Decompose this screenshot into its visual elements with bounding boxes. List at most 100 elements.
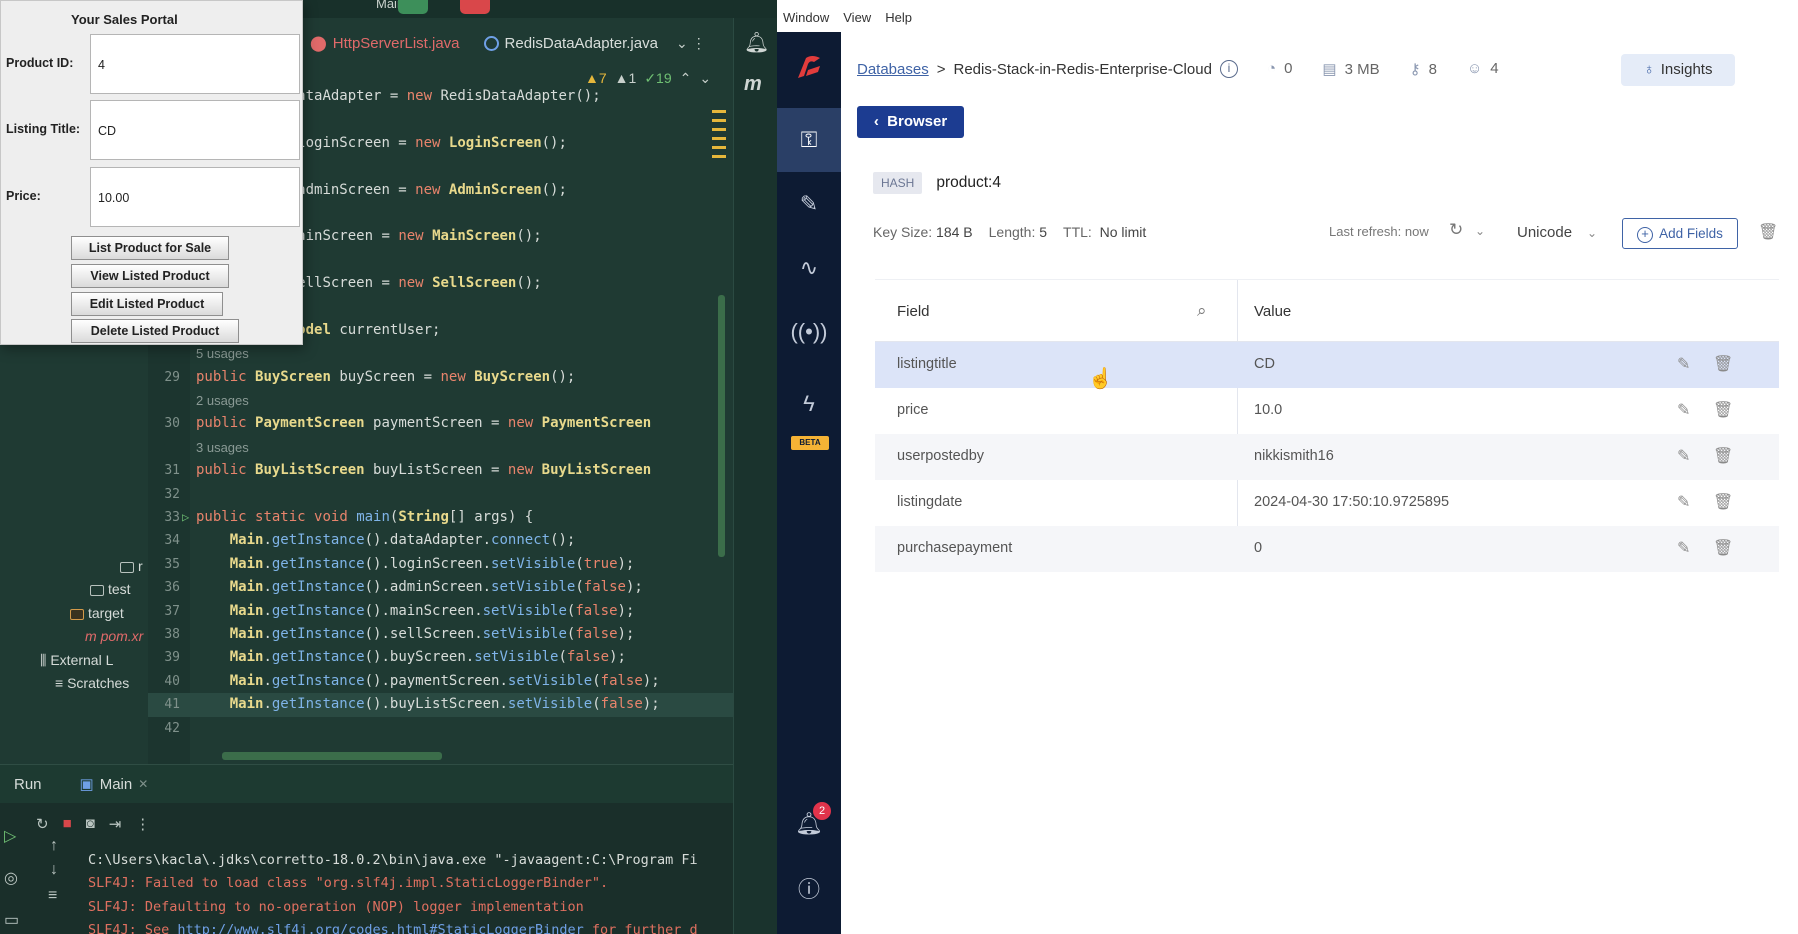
table-row[interactable]: userpostedby nikkismith16 ✎ 🗑︎: [875, 434, 1779, 480]
code-line[interactable]: 40 Main.getInstance().paymentScreen.setV…: [148, 670, 733, 693]
trash-icon[interactable]: 🗑︎: [1713, 354, 1733, 374]
price-row: Price: 10.00: [6, 167, 300, 227]
pubsub-nav-icon[interactable]: ((•)): [777, 300, 841, 364]
tree-item[interactable]: target: [20, 602, 148, 625]
workbench-nav-icon[interactable]: ✎: [777, 172, 841, 236]
more-options-icon[interactable]: ⋮: [692, 35, 706, 52]
edit-listed-product-button[interactable]: Edit Listed Product: [71, 292, 223, 316]
triggers-nav-icon[interactable]: ϟ: [777, 372, 841, 436]
rerun-icon[interactable]: ↻: [36, 815, 49, 833]
arrow-up-icon[interactable]: ↑: [50, 837, 58, 855]
delete-listed-product-button[interactable]: Delete Listed Product: [71, 319, 239, 343]
menu-window[interactable]: Window: [783, 10, 829, 32]
databases-link[interactable]: Databases: [857, 61, 929, 78]
code-line[interactable]: 31 public BuyListScreen buyListScreen = n…: [148, 459, 733, 482]
code-line[interactable]: 38 Main.getInstance().sellScreen.setVisi…: [148, 623, 733, 646]
listing-title-field[interactable]: CD: [90, 100, 300, 160]
format-select[interactable]: Unicode: [1517, 224, 1572, 241]
trash-icon[interactable]: 🗑︎: [1713, 492, 1733, 512]
debug-button[interactable]: [398, 0, 428, 14]
code-line[interactable]: 37 Main.getInstance().mainScreen.setVisi…: [148, 600, 733, 623]
exit-icon[interactable]: ⇥: [109, 815, 122, 833]
code-line[interactable]: 36 Main.getInstance().adminScreen.setVis…: [148, 576, 733, 599]
trash-icon[interactable]: 🗑︎: [1713, 400, 1733, 420]
tab-httpserverlist[interactable]: ⬤ HttpServerList.java: [300, 26, 474, 60]
product-id-label: Product ID:: [6, 56, 74, 70]
table-row[interactable]: price 10.0 ✎ 🗑︎: [875, 388, 1779, 434]
tree-item[interactable]: ≡ Scratches: [20, 672, 148, 695]
analysis-nav-icon[interactable]: ∿: [777, 236, 841, 300]
edit-icon[interactable]: ✎: [1677, 446, 1690, 466]
editor-hscrollbar[interactable]: [222, 752, 442, 760]
notifications-icon[interactable]: 🔔︎: [744, 30, 769, 55]
help-icon[interactable]: ⓘ: [777, 858, 841, 922]
wrap-icon[interactable]: ≡: [48, 887, 57, 905]
code-line[interactable]: 42: [148, 717, 733, 740]
menu-view[interactable]: View: [843, 10, 871, 32]
tree-item[interactable]: r: [20, 555, 148, 578]
console-link[interactable]: http://www.slf4j.org/codes.html#StaticLo…: [177, 922, 583, 934]
menu-help[interactable]: Help: [885, 10, 912, 32]
arrow-down-icon[interactable]: ↓: [50, 861, 58, 879]
console-output[interactable]: C:\Users\kacla\.jdks\corretto-18.0.2\bin…: [88, 849, 733, 934]
trash-icon[interactable]: 🗑︎: [1713, 446, 1733, 466]
tree-item[interactable]: m pom.xr: [20, 625, 148, 648]
stop-icon[interactable]: ■: [63, 815, 72, 833]
insights-button[interactable]: ♁ Insights: [1621, 54, 1735, 86]
browser-back-button[interactable]: ‹ Browser: [857, 106, 964, 138]
chevron-down-icon[interactable]: ⌄: [1475, 224, 1485, 238]
chevron-down-icon[interactable]: ⌄: [676, 35, 688, 52]
view-listed-product-button[interactable]: View Listed Product: [71, 264, 229, 288]
code-line[interactable]: 41 Main.getInstance().buyListScreen.setV…: [148, 693, 733, 717]
code-line[interactable]: 33 public static void main(String[] args)…: [148, 506, 733, 529]
trash-icon[interactable]: 🗑︎: [1713, 538, 1733, 558]
chevron-down-icon[interactable]: ⌄: [1587, 226, 1597, 240]
table-row[interactable]: purchasepayment 0 ✎ 🗑︎: [875, 526, 1779, 572]
tree-item[interactable]: ⫼ External L: [20, 649, 148, 672]
search-icon[interactable]: ⌕: [1197, 301, 1207, 321]
code-line[interactable]: 32: [148, 483, 733, 506]
editor-vscrollbar[interactable]: [718, 295, 725, 557]
key-ttl[interactable]: TTL: No limit: [1063, 224, 1146, 240]
table-row[interactable]: listingdate 2024-04-30 17:50:10.9725895 ✎ 🗑…: [875, 480, 1779, 526]
code-line[interactable]: 35 Main.getInstance().loginScreen.setVis…: [148, 553, 733, 576]
maven-icon[interactable]: m: [744, 73, 762, 96]
delete-key-icon[interactable]: 🗑︎: [1758, 222, 1778, 242]
product-id-field[interactable]: 4: [90, 34, 300, 94]
line-text: Main.getInstance().paymentScreen.setVisi…: [229, 672, 660, 689]
key-name[interactable]: product:4: [936, 174, 1001, 192]
edit-icon[interactable]: ✎: [1677, 354, 1690, 374]
edit-icon[interactable]: ✎: [1677, 492, 1690, 512]
run-icon[interactable]: ▷: [4, 826, 28, 868]
tab-main[interactable]: ▣ Main ✕: [66, 775, 163, 794]
usage-hint[interactable]: 3 usages: [148, 436, 733, 459]
edit-icon[interactable]: ✎: [1677, 538, 1690, 558]
add-fields-button[interactable]: + Add Fields: [1622, 218, 1738, 249]
tab-run[interactable]: Run: [0, 776, 56, 793]
camera-icon[interactable]: ◙: [86, 815, 95, 833]
services-icon[interactable]: ◎: [4, 868, 28, 910]
code-line[interactable]: 30 public PaymentScreen paymentScreen = n…: [148, 412, 733, 435]
list-product-button[interactable]: List Product for Sale: [71, 236, 229, 260]
table-row[interactable]: listingtitle CD ✎ 🗑︎: [875, 342, 1779, 388]
code-line[interactable]: 39 Main.getInstance().buyScreen.setVisib…: [148, 646, 733, 669]
redis-insight-window: Window View Help ⚿ ✎ ∿ ((•)) ϟ BETA 🔔︎ 2…: [777, 0, 1798, 934]
tab-redisdataadapter[interactable]: RedisDataAdapter.java: [474, 26, 672, 60]
notifications-icon[interactable]: 🔔︎: [777, 792, 841, 856]
usage-hint[interactable]: 2 usages: [148, 389, 733, 412]
terminal-icon[interactable]: ▭: [4, 910, 28, 934]
run-gutter-icon[interactable]: ▷: [182, 506, 189, 529]
close-icon[interactable]: ✕: [138, 777, 148, 791]
more-icon[interactable]: ⋮: [135, 815, 150, 833]
price-field[interactable]: 10.00: [90, 167, 300, 227]
code-line[interactable]: 29 public BuyScreen buyScreen = new BuySc…: [148, 366, 733, 389]
info-icon[interactable]: i: [1219, 60, 1238, 78]
usage-hint[interactable]: 5 usages: [148, 342, 733, 365]
stop-button[interactable]: [460, 0, 490, 14]
edit-icon[interactable]: ✎: [1677, 400, 1690, 420]
tree-item[interactable]: test: [20, 578, 148, 601]
refresh-icon[interactable]: ↻: [1449, 220, 1463, 240]
code-line[interactable]: 34 Main.getInstance().dataAdapter.connec…: [148, 529, 733, 552]
browser-nav-icon[interactable]: ⚿: [777, 108, 841, 172]
line-number: 30: [164, 416, 180, 432]
